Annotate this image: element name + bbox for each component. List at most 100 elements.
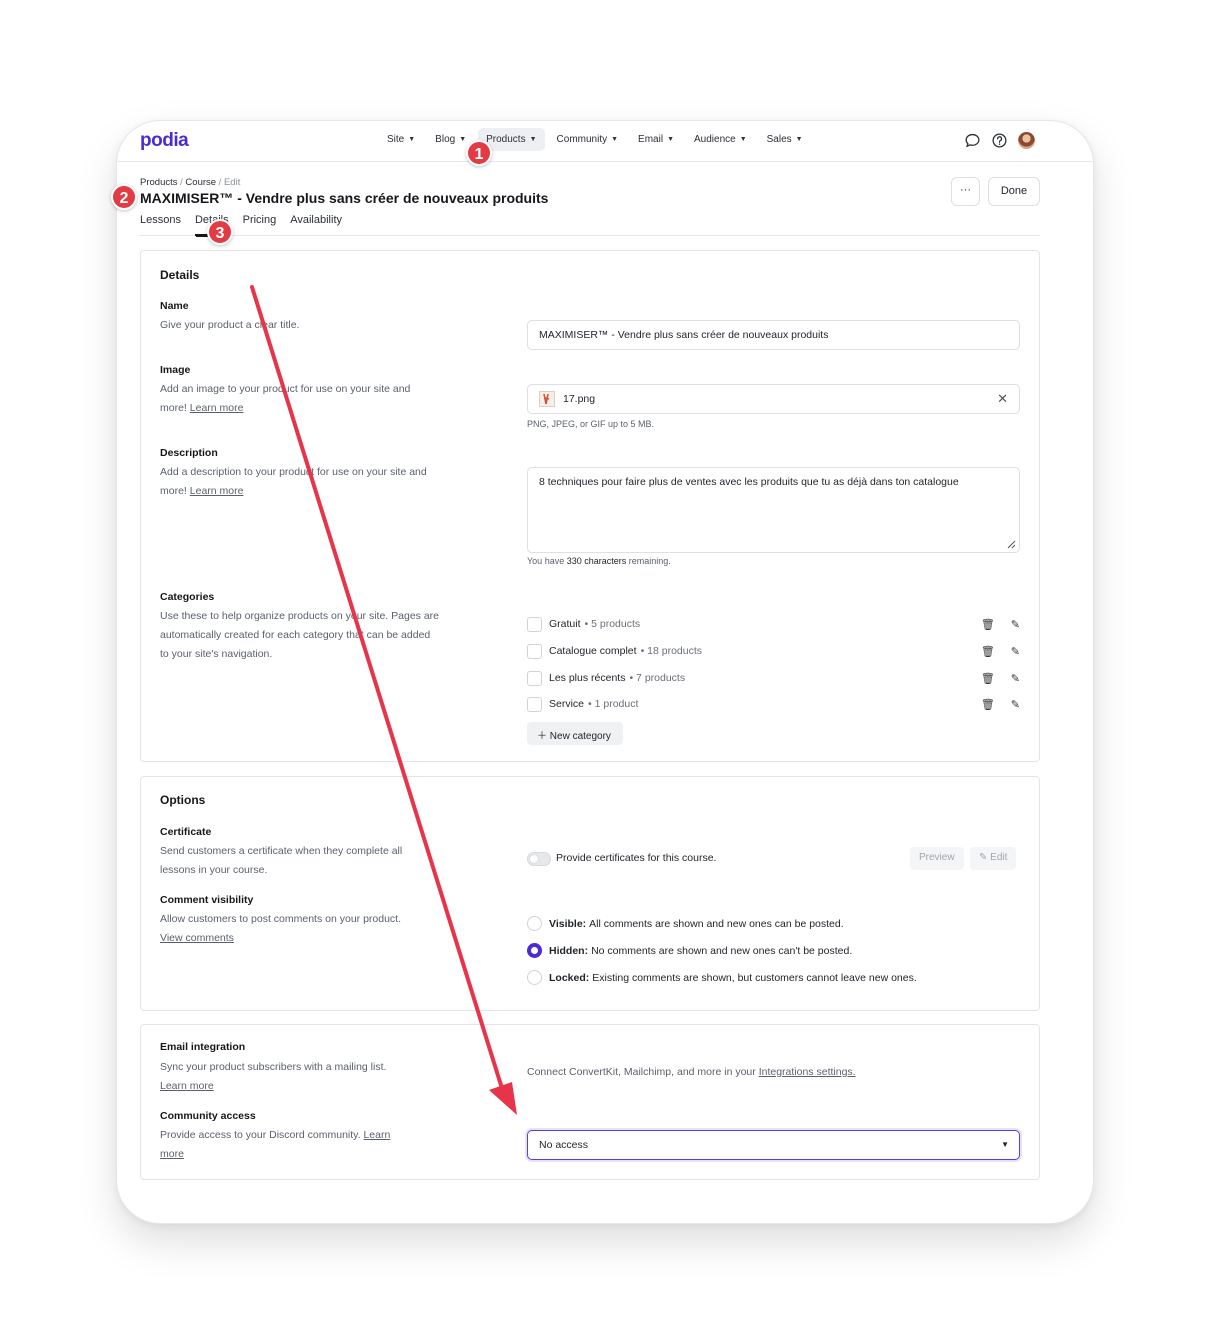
certificate-description: Send customers a certificate when they c… <box>160 845 403 876</box>
more-options-button[interactable]: ··· <box>951 177 980 206</box>
details-heading: Details <box>160 268 200 282</box>
nav-community[interactable]: Community ▼ <box>549 128 627 151</box>
tab-lessons[interactable]: Lessons <box>140 213 181 236</box>
new-category-button[interactable]: ＋ New category <box>527 722 623 745</box>
radio-button-selected[interactable] <box>527 943 542 958</box>
trash-icon[interactable]: 🗑 <box>981 672 995 685</box>
nav-blog-label: Blog <box>435 134 456 145</box>
comment-visibility-label: Comment visibility <box>160 894 254 906</box>
counter-suffix: remaining. <box>626 556 671 566</box>
breadcrumb-edit: Edit <box>223 177 241 188</box>
description-label: Description <box>160 447 218 459</box>
breadcrumb-products[interactable]: Products <box>140 177 178 188</box>
pencil-icon[interactable]: ✎ <box>1011 672 1020 685</box>
trash-icon[interactable]: 🗑 <box>981 618 995 631</box>
nav-sales-label: Sales <box>766 134 792 145</box>
options-panel: Options Certificate Send customers a cer… <box>140 776 1040 1011</box>
certificate-toggle[interactable] <box>527 852 551 866</box>
product-tabs: Lessons Details Pricing Availability <box>140 213 1040 236</box>
pencil-icon[interactable]: ✎ <box>1011 698 1020 711</box>
help-icon[interactable] <box>991 132 1008 149</box>
category-name: Les plus récents <box>549 672 626 684</box>
image-learn-more-link[interactable]: Learn more <box>190 402 244 414</box>
radio-button[interactable] <box>527 916 542 931</box>
certificate-edit-button[interactable]: ✎ Edit <box>970 847 1017 870</box>
community-access-description: Provide access to your Discord community… <box>160 1126 422 1164</box>
pencil-icon: ✎ <box>979 852 988 863</box>
category-checkbox[interactable] <box>527 643 542 659</box>
comment-option-locked[interactable]: Locked: Existing comments are shown, but … <box>527 970 917 985</box>
new-category-label: New category <box>549 731 611 742</box>
nav-audience-label: Audience <box>694 134 736 145</box>
category-count: • 5 products <box>584 618 641 630</box>
nav-sales[interactable]: Sales ▼ <box>759 128 811 151</box>
category-name: Gratuit <box>549 618 581 630</box>
email-integration-description: Sync your product subscribers with a mai… <box>160 1058 440 1096</box>
tab-pricing[interactable]: Pricing <box>243 213 277 236</box>
top-navigation-bar: podia Site ▼ Blog ▼ Products ▼ Community ▼ E… <box>117 121 1093 162</box>
tab-availability[interactable]: Availability <box>290 213 342 236</box>
description-learn-more-link[interactable]: Learn more <box>190 485 244 497</box>
trash-icon[interactable]: 🗑 <box>981 698 995 711</box>
category-count: • 7 products <box>629 672 686 684</box>
option-text: No comments are shown and new ones can't… <box>591 944 853 957</box>
description-textarea[interactable]: 8 techniques pour faire plus de ventes a… <box>527 467 1020 553</box>
nav-email[interactable]: Email ▼ <box>630 128 682 151</box>
option-title: Visible: <box>549 917 587 930</box>
option-text: Existing comments are shown, but custome… <box>592 971 917 984</box>
email-learn-more-link[interactable]: Learn more <box>160 1080 214 1092</box>
view-comments-link[interactable]: View comments <box>160 932 234 944</box>
resize-handle-icon[interactable] <box>1007 540 1016 549</box>
option-text: All comments are shown and new ones can … <box>589 917 844 930</box>
breadcrumb-sep: / <box>216 177 224 188</box>
breadcrumb-course[interactable]: Course <box>185 177 216 188</box>
name-input[interactable]: MAXIMISER™ - Vendre plus sans créer de n… <box>527 320 1020 350</box>
certificate-label: Certificate <box>160 826 212 838</box>
image-upload-field[interactable]: 17.png ✕ <box>527 384 1020 414</box>
community-more-link[interactable]: more <box>160 1148 184 1160</box>
annotation-badge-3: 3 <box>207 219 233 245</box>
nav-community-label: Community <box>556 134 608 145</box>
user-avatar[interactable] <box>1018 132 1035 149</box>
category-row: Service • 1 product 🗑 ✎ <box>527 695 1020 713</box>
chat-icon[interactable] <box>964 132 981 149</box>
category-checkbox[interactable] <box>527 696 542 712</box>
pencil-icon[interactable]: ✎ <box>1011 618 1020 631</box>
trash-icon[interactable]: 🗑 <box>981 645 995 658</box>
comment-option-visible[interactable]: Visible: All comments are shown and new o… <box>527 916 844 931</box>
category-name: Catalogue complet <box>549 645 637 657</box>
counter-prefix: You have <box>527 556 567 566</box>
nav-site[interactable]: Site ▼ <box>379 128 423 151</box>
breadcrumb: Products / Course / Edit <box>140 177 240 188</box>
annotation-badge-2: 2 <box>111 184 137 210</box>
caret-down-icon: ▼ <box>529 136 537 143</box>
image-description: Add an image to your product for use on … <box>160 380 440 418</box>
image-file-name: 17.png <box>563 393 596 405</box>
community-access-select[interactable]: No access ▼ <box>527 1130 1020 1160</box>
pencil-icon[interactable]: ✎ <box>1011 645 1020 658</box>
remove-image-icon[interactable]: ✕ <box>997 391 1008 407</box>
certificate-preview-button[interactable]: Preview <box>910 847 964 870</box>
categories-description: Use these to help organize products on y… <box>160 610 439 660</box>
comment-visibility-text: Allow customers to post comments on your… <box>160 913 402 925</box>
category-row: Les plus récents • 7 products 🗑 ✎ <box>527 669 1020 687</box>
caret-down-icon: ▼ <box>667 136 674 143</box>
page-title: MAXIMISER™ - Vendre plus sans créer de n… <box>140 190 549 206</box>
name-label: Name <box>160 300 189 312</box>
description-counter: You have 330 characters remaining. <box>527 556 671 566</box>
podia-logo[interactable]: podia <box>140 130 189 152</box>
done-button[interactable]: Done <box>988 177 1040 206</box>
header-icons <box>964 132 1035 149</box>
nav-site-label: Site <box>387 134 405 145</box>
category-checkbox[interactable] <box>527 670 542 686</box>
category-checkbox[interactable] <box>527 616 542 632</box>
integrations-settings-link[interactable]: Integrations settings. <box>759 1066 856 1078</box>
category-name: Service <box>549 698 585 710</box>
comment-option-hidden[interactable]: Hidden: No comments are shown and new one… <box>527 943 852 958</box>
caret-down-icon: ▼ <box>1001 1140 1009 1149</box>
community-access-label: Community access <box>160 1110 256 1122</box>
radio-button[interactable] <box>527 970 542 985</box>
nav-email-label: Email <box>638 134 664 145</box>
community-learn-link[interactable]: Learn <box>363 1129 390 1141</box>
nav-audience[interactable]: Audience ▼ <box>686 128 755 151</box>
